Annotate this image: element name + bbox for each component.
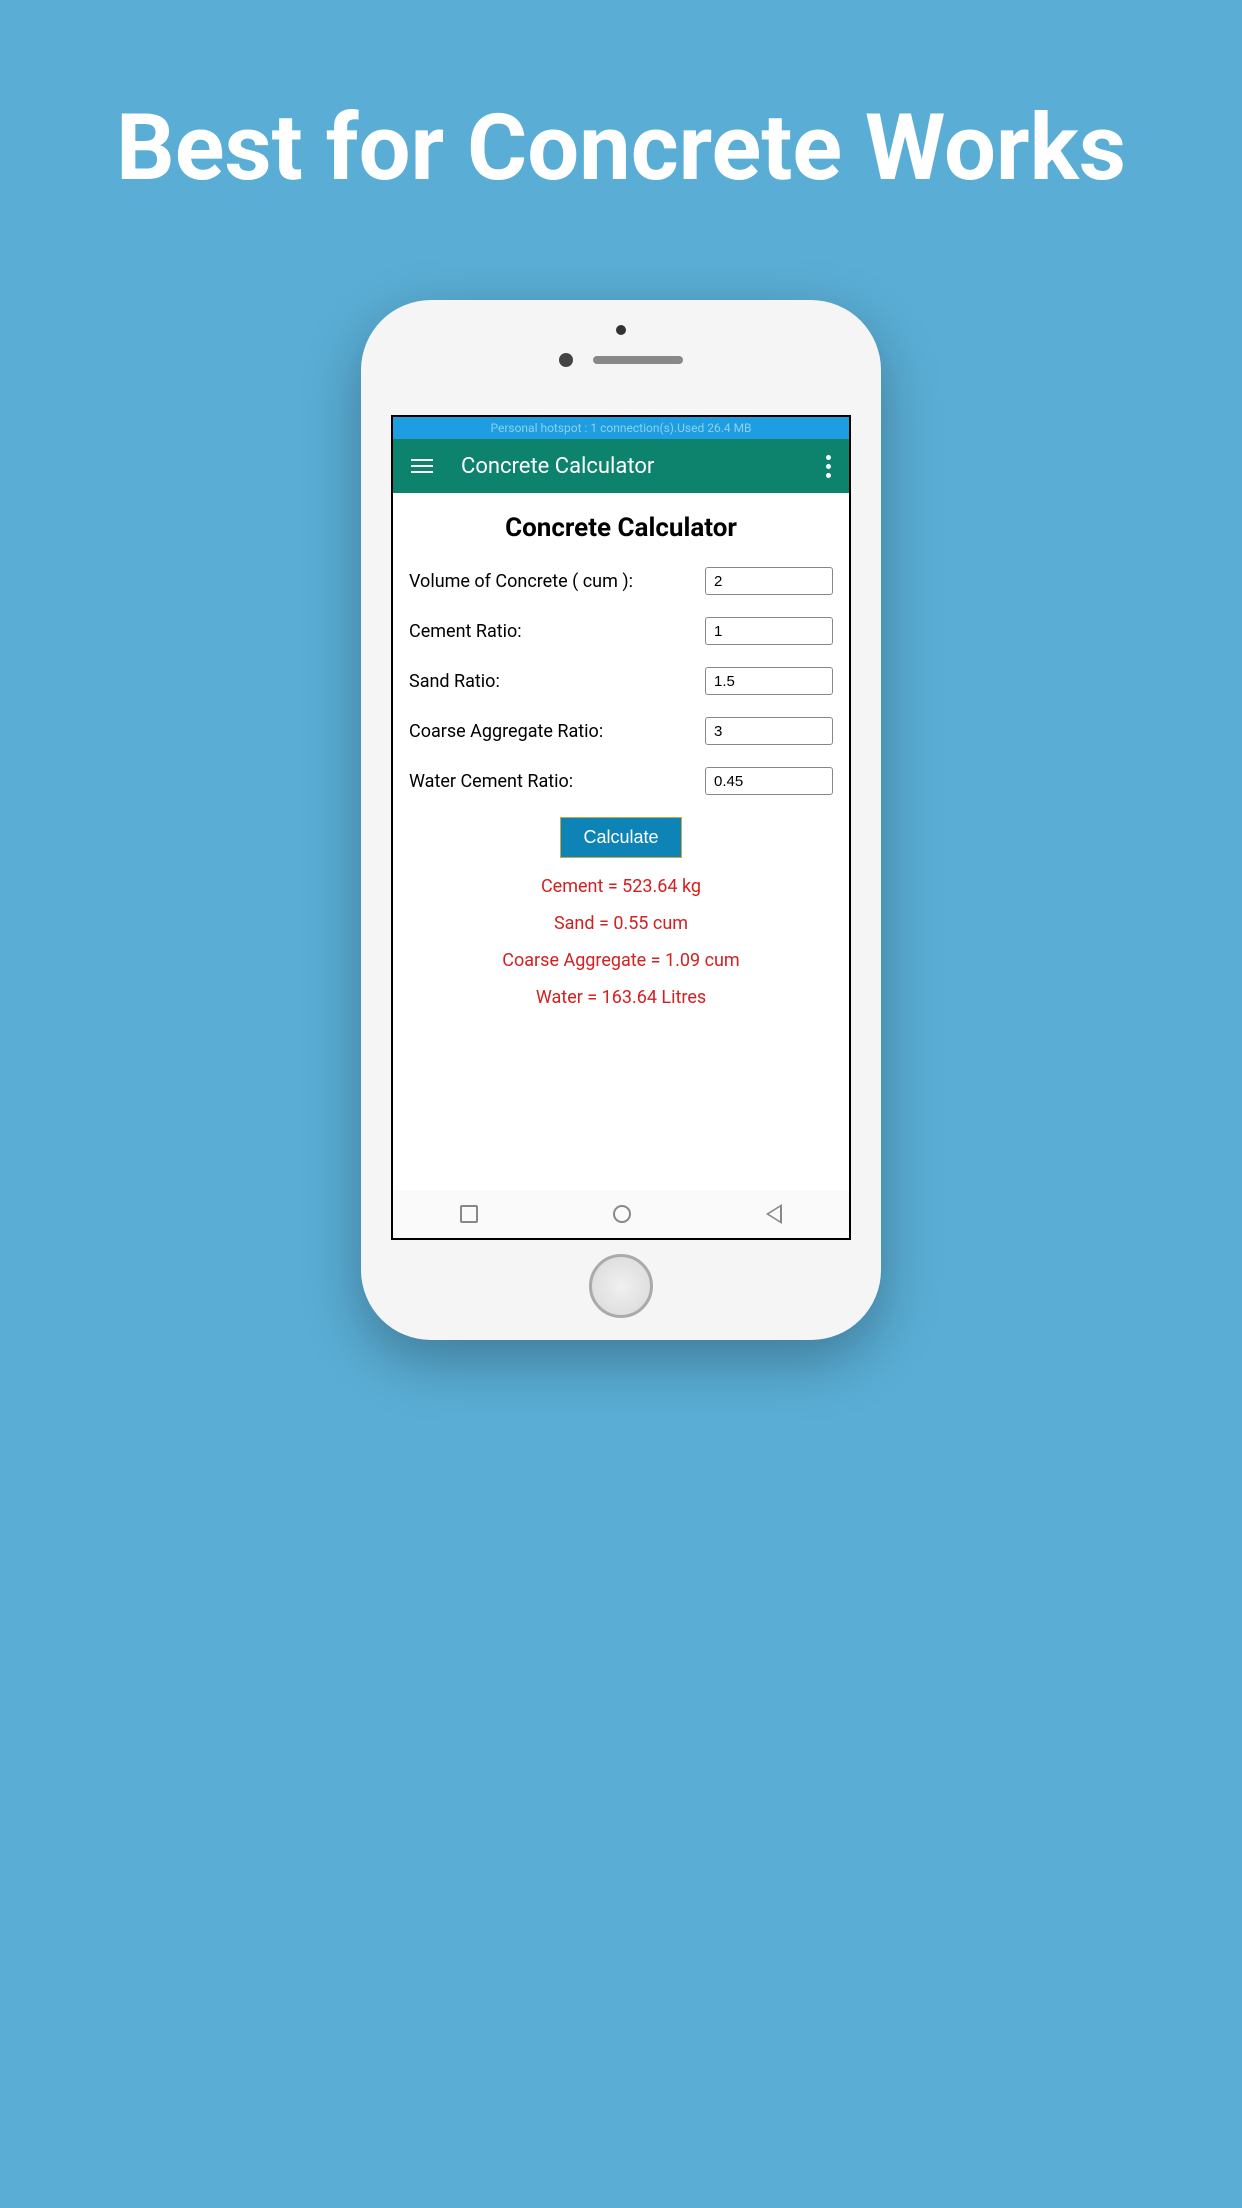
android-nav-bar xyxy=(393,1190,849,1238)
page-heading: Concrete Calculator xyxy=(409,513,833,543)
result-water: Water = 163.64 Litres xyxy=(409,987,833,1008)
label-cement-ratio: Cement Ratio: xyxy=(409,621,522,642)
app-screen: Personal hotspot : 1 connection(s).Used … xyxy=(391,415,851,1240)
input-water-ratio[interactable] xyxy=(705,767,833,795)
input-volume[interactable] xyxy=(705,567,833,595)
home-button-icon[interactable] xyxy=(589,1254,653,1318)
main-content: Concrete Calculator Volume of Concrete (… xyxy=(393,493,849,1238)
input-sand-ratio[interactable] xyxy=(705,667,833,695)
label-coarse-ratio: Coarse Aggregate Ratio: xyxy=(409,721,603,742)
home-nav-icon[interactable] xyxy=(613,1205,631,1223)
results-block: Cement = 523.64 kg Sand = 0.55 cum Coars… xyxy=(409,876,833,1008)
row-sand-ratio: Sand Ratio: xyxy=(409,667,833,695)
label-volume: Volume of Concrete ( cum ): xyxy=(409,571,633,592)
overview-nav-icon[interactable] xyxy=(460,1205,478,1223)
front-camera-icon xyxy=(559,353,573,367)
row-coarse-ratio: Coarse Aggregate Ratio: xyxy=(409,717,833,745)
row-cement-ratio: Cement Ratio: xyxy=(409,617,833,645)
input-cement-ratio[interactable] xyxy=(705,617,833,645)
input-coarse-ratio[interactable] xyxy=(705,717,833,745)
app-bar-title: Concrete Calculator xyxy=(461,454,826,479)
back-nav-icon[interactable] xyxy=(766,1204,782,1224)
more-options-icon[interactable] xyxy=(826,455,831,478)
hero-title: Best for Concrete Works xyxy=(0,0,1242,202)
label-water-ratio: Water Cement Ratio: xyxy=(409,771,573,792)
result-coarse: Coarse Aggregate = 1.09 cum xyxy=(409,950,833,971)
proximity-sensor-icon xyxy=(616,325,626,335)
phone-top-sensors xyxy=(361,325,881,367)
result-sand: Sand = 0.55 cum xyxy=(409,913,833,934)
speaker-grill-icon xyxy=(593,356,683,364)
row-volume: Volume of Concrete ( cum ): xyxy=(409,567,833,595)
calculate-button[interactable]: Calculate xyxy=(560,817,681,858)
hamburger-menu-icon[interactable] xyxy=(411,459,433,473)
status-bar: Personal hotspot : 1 connection(s).Used … xyxy=(393,417,849,439)
phone-mockup: Personal hotspot : 1 connection(s).Used … xyxy=(361,300,881,1340)
result-cement: Cement = 523.64 kg xyxy=(409,876,833,897)
app-bar: Concrete Calculator xyxy=(393,439,849,493)
row-water-ratio: Water Cement Ratio: xyxy=(409,767,833,795)
label-sand-ratio: Sand Ratio: xyxy=(409,671,500,692)
